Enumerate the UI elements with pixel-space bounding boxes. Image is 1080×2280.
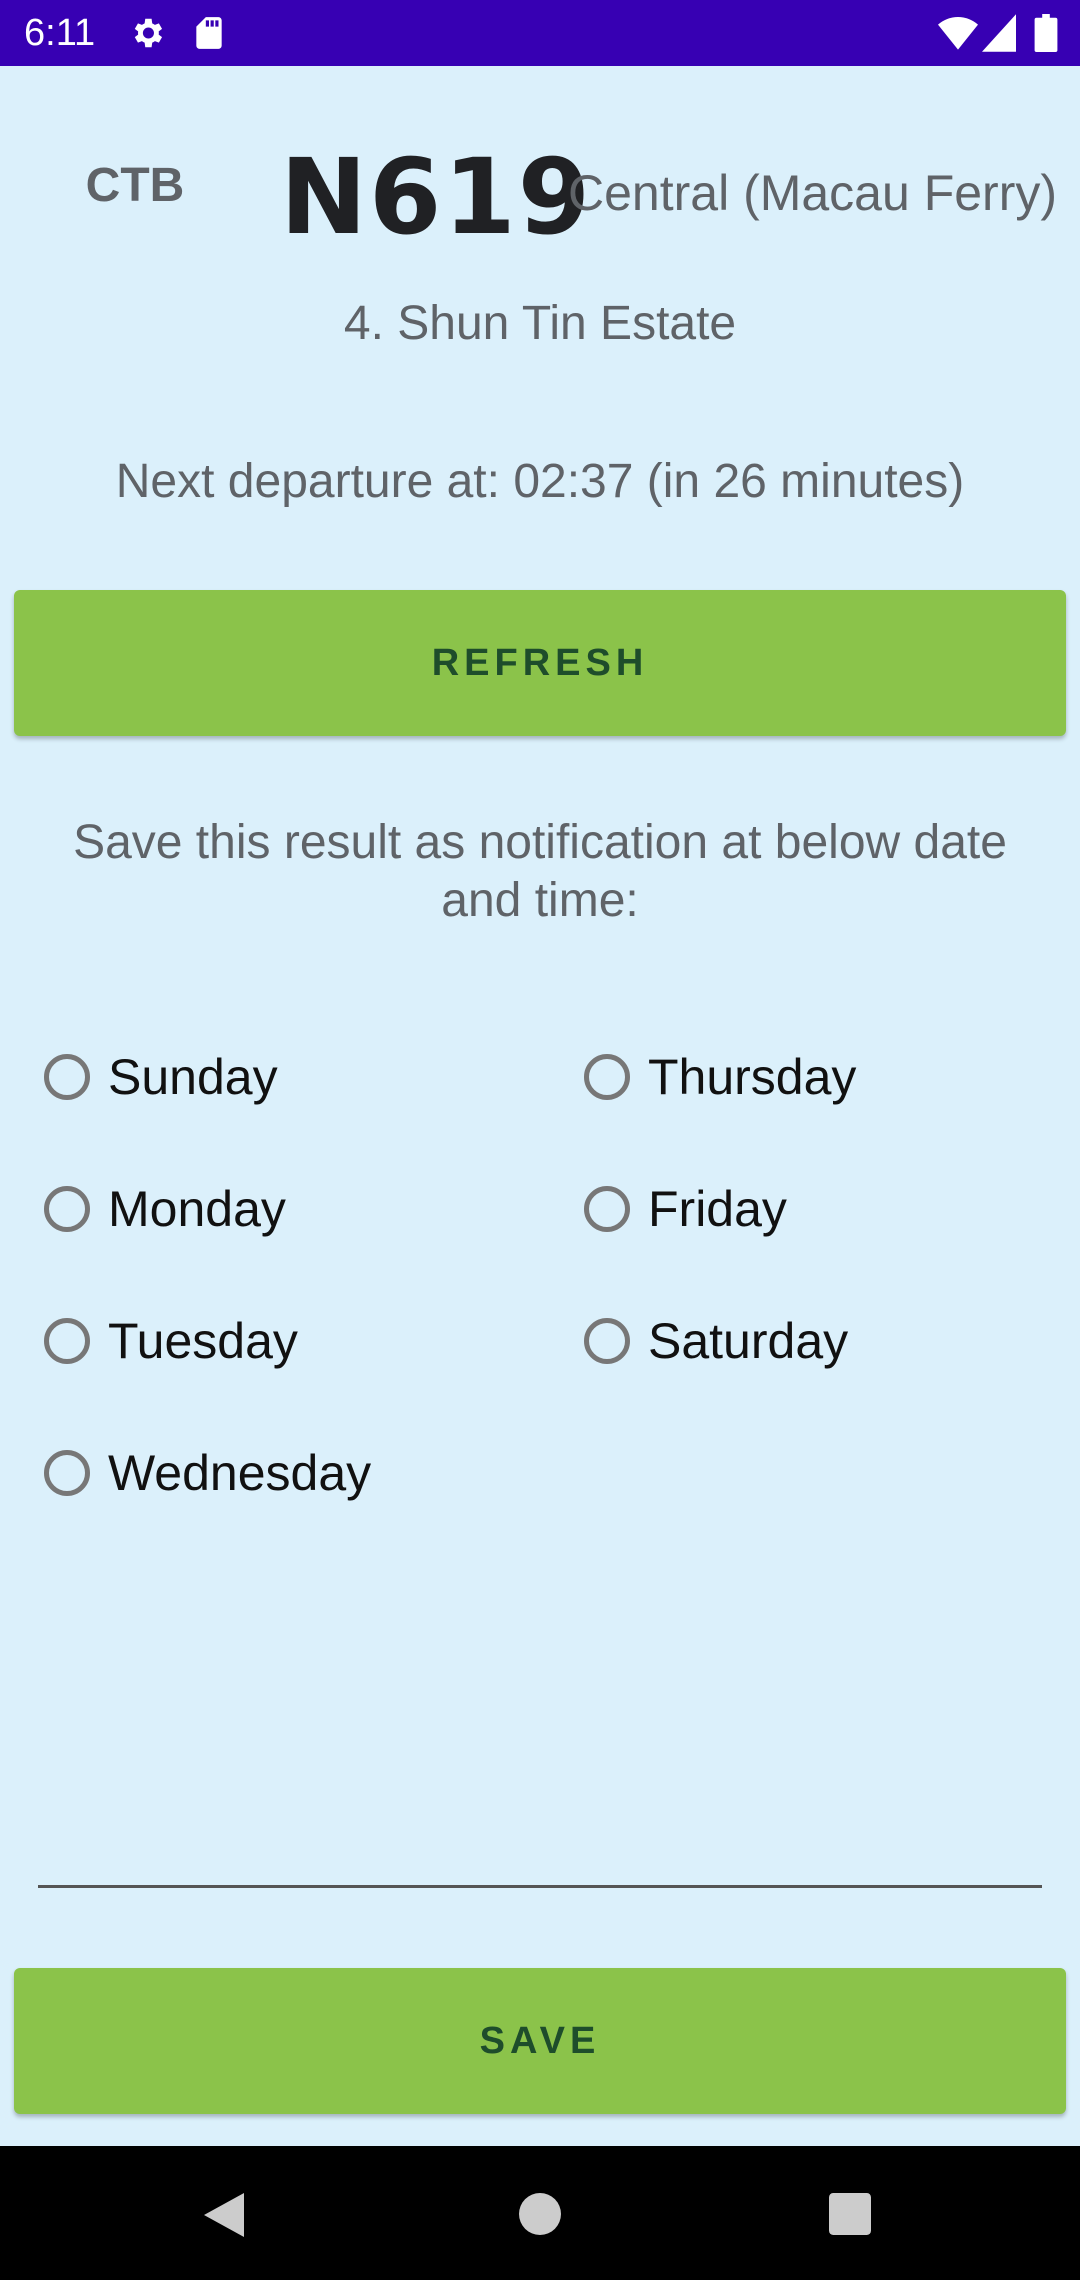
day-label: Saturday (648, 1313, 849, 1369)
radio-button[interactable] (584, 1186, 630, 1232)
radio-button[interactable] (44, 1318, 90, 1364)
day-option-wednesday[interactable]: Wednesday (44, 1433, 371, 1513)
day-option-sunday[interactable]: Sunday (44, 1037, 278, 1117)
radio-button[interactable] (584, 1318, 630, 1364)
day-label: Thursday (648, 1049, 857, 1105)
refresh-button[interactable]: REFRESH (14, 590, 1066, 736)
radio-button[interactable] (44, 1054, 90, 1100)
day-option-friday[interactable]: Friday (584, 1169, 787, 1249)
navigation-bar (0, 2146, 1080, 2280)
save-button[interactable]: SAVE (14, 1968, 1066, 2114)
stop-name: 4. Shun Tin Estate (343, 297, 737, 350)
gear-icon (128, 14, 166, 52)
route-destination: Central (Macau Ferry) (568, 165, 1057, 221)
day-label: Tuesday (108, 1313, 298, 1369)
time-input-underline[interactable] (38, 1885, 1042, 1888)
status-bar: 6:11 (0, 0, 1080, 66)
radio-button[interactable] (44, 1186, 90, 1232)
home-icon[interactable] (519, 2193, 561, 2240)
day-option-tuesday[interactable]: Tuesday (44, 1301, 298, 1381)
day-label: Friday (648, 1181, 787, 1237)
recents-icon[interactable] (829, 2193, 871, 2240)
save-prompt-text: Save this result as notification at belo… (73, 816, 1007, 927)
main-content: CTB N619 Central (Macau Ferry) 4. Shun T… (0, 66, 1080, 2146)
next-departure-text: Next departure at: 02:37 (in 26 minutes) (115, 455, 965, 508)
battery-icon (1034, 14, 1058, 52)
day-option-monday[interactable]: Monday (44, 1169, 286, 1249)
radio-button[interactable] (44, 1450, 90, 1496)
radio-button[interactable] (584, 1054, 630, 1100)
day-label: Wednesday (108, 1445, 372, 1501)
route-number: N619 (280, 136, 593, 258)
wifi-icon (938, 14, 978, 52)
status-time: 6:11 (24, 12, 96, 54)
company-name: CTB (85, 159, 185, 212)
sd-card-icon (190, 14, 228, 52)
day-option-saturday[interactable]: Saturday (584, 1301, 848, 1381)
day-option-thursday[interactable]: Thursday (584, 1037, 856, 1117)
route-header: CTB N619 Central (Macau Ferry) (0, 106, 1080, 258)
cellular-signal-icon (982, 14, 1016, 52)
back-icon[interactable] (204, 2193, 244, 2242)
day-label: Monday (108, 1181, 286, 1237)
day-label: Sunday (108, 1049, 278, 1105)
